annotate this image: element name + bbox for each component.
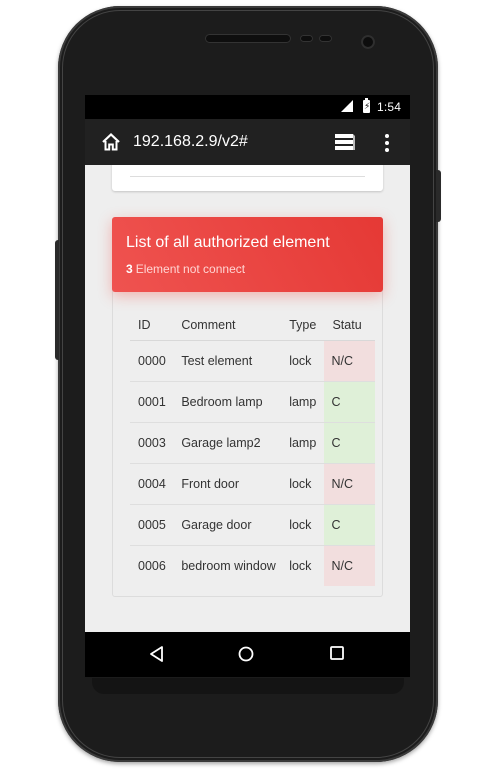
home-icon[interactable] — [101, 132, 121, 152]
cell-type: lamp — [281, 381, 325, 423]
browser-toolbar: 192.168.2.9/v2# — [85, 119, 410, 165]
tabs-icon[interactable] — [333, 132, 357, 152]
cell-id: 0000 — [130, 340, 174, 382]
header-comment: Comment — [173, 310, 282, 341]
cell-status: N/C — [324, 463, 375, 505]
card-subtitle: 3 Element not connect — [126, 262, 245, 276]
volume-button — [55, 240, 59, 360]
light-sensor — [319, 35, 332, 42]
front-camera-icon — [361, 35, 375, 49]
cell-type: lock — [281, 504, 325, 546]
proximity-sensor — [300, 35, 313, 42]
table-row[interactable]: 0001 Bedroom lamp lamp C — [130, 381, 375, 423]
back-triangle-icon[interactable] — [148, 645, 166, 663]
cell-comment: Test element — [173, 340, 282, 382]
cell-status: C — [324, 504, 375, 546]
system-nav-bar — [85, 632, 410, 677]
header-status: Statu — [324, 310, 375, 341]
cell-type: lock — [281, 340, 325, 382]
table-row[interactable]: 0000 Test element lock N/C — [130, 340, 375, 382]
elements-table: ID Comment Type Statu 0000 Test element … — [130, 310, 375, 586]
earpiece-speaker — [205, 34, 291, 43]
signal-icon: 4G — [341, 98, 355, 114]
table-row[interactable]: 0003 Garage lamp2 lamp C — [130, 422, 375, 464]
phone-chin — [92, 678, 404, 694]
cell-comment: Bedroom lamp — [173, 381, 282, 423]
cell-id: 0001 — [130, 381, 174, 423]
card-title: List of all authorized element — [126, 234, 330, 251]
cell-type: lamp — [281, 422, 325, 464]
cell-id: 0003 — [130, 422, 174, 464]
table-row[interactable]: 0005 Garage door lock C — [130, 504, 375, 546]
power-button — [436, 170, 441, 222]
more-vert-icon[interactable] — [382, 132, 392, 154]
url-text[interactable]: 192.168.2.9/v2# — [133, 133, 248, 151]
cell-comment: Garage lamp2 — [173, 422, 282, 464]
status-time: 1:54 — [377, 100, 402, 114]
cell-id: 0006 — [138, 559, 166, 573]
screen: 4G ⚡ 1:54 192.168.2.9/v2# List of all au… — [85, 95, 410, 677]
status-bar: 4G ⚡ 1:54 — [85, 95, 410, 119]
divider — [130, 176, 365, 177]
cell-status: N/C — [324, 340, 375, 382]
cell-comment: bedroom window — [181, 559, 276, 573]
table-header-row: ID Comment Type Statu — [130, 310, 375, 341]
network-type: 4G — [342, 98, 352, 105]
not-connected-count: 3 — [126, 262, 133, 276]
table-row[interactable]: 0004 Front door lock N/C — [130, 463, 375, 505]
recents-square-icon[interactable] — [329, 645, 345, 661]
header-id: ID — [130, 310, 174, 341]
cell-comment: Garage door — [173, 504, 282, 546]
cell-type: lock — [281, 463, 325, 505]
table-row[interactable]: 0006 bedroom window lock N/C — [130, 545, 375, 586]
cell-id: 0004 — [130, 463, 174, 505]
cell-status: C — [324, 381, 375, 423]
cell-status: N/C — [324, 545, 375, 586]
elements-card-header: List of all authorized element 3 Element … — [112, 217, 383, 292]
home-circle-icon[interactable] — [237, 645, 255, 663]
cell-comment: Front door — [173, 463, 282, 505]
header-type: Type — [281, 310, 325, 341]
cell-id: 0005 — [130, 504, 174, 546]
cell-type: lock — [289, 559, 312, 573]
previous-card — [112, 165, 383, 191]
battery-icon: ⚡ — [363, 98, 371, 113]
not-connected-label: Element not connect — [135, 262, 246, 276]
cell-status: C — [324, 422, 375, 464]
